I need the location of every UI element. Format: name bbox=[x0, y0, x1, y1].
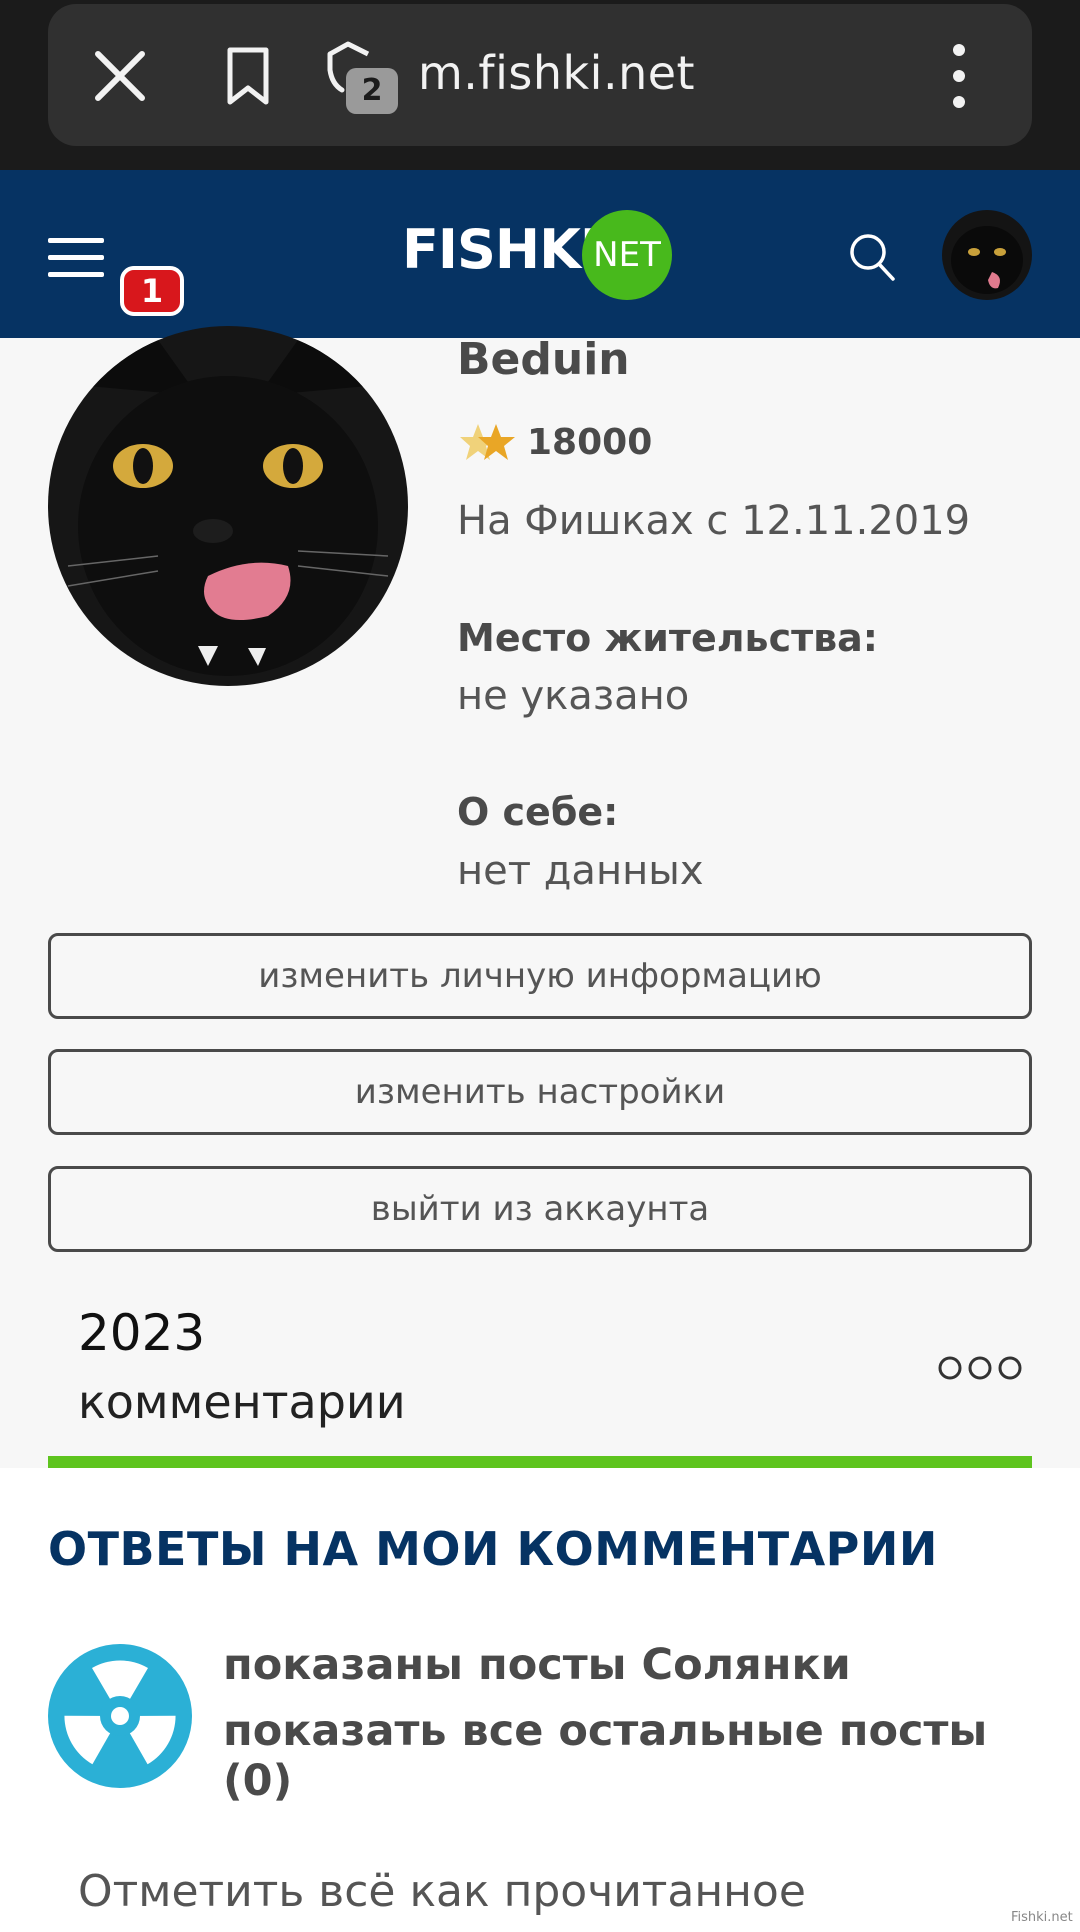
browser-toolbar: 2 m.fishki.net bbox=[0, 0, 1080, 170]
member-since: На Фишках с 12.11.2019 bbox=[457, 498, 971, 544]
edit-info-button[interactable]: изменить личную информацию bbox=[48, 933, 1032, 1019]
kebab-menu-icon[interactable] bbox=[944, 42, 974, 110]
more-options-icon[interactable] bbox=[936, 1354, 1024, 1382]
user-avatar bbox=[48, 326, 408, 686]
replies-title: ОТВЕТЫ НА МОИ КОММЕНТАРИИ bbox=[48, 1522, 938, 1576]
search-icon[interactable] bbox=[848, 232, 896, 282]
close-icon[interactable] bbox=[92, 48, 148, 104]
rating-value: 18000 bbox=[527, 422, 653, 463]
site-logo-badge[interactable]: NET bbox=[582, 210, 672, 300]
site-logo-text[interactable]: FISHKI bbox=[402, 218, 600, 281]
radiation-icon bbox=[48, 1644, 192, 1788]
show-all-posts-link[interactable]: показать все остальные посты (0) bbox=[223, 1706, 1043, 1806]
comments-count: 2023 bbox=[78, 1304, 206, 1362]
username: Beduin bbox=[457, 334, 630, 385]
tab-count-badge: 2 bbox=[346, 68, 398, 114]
bookmark-icon[interactable] bbox=[222, 46, 274, 106]
hamburger-menu-icon[interactable] bbox=[48, 236, 104, 280]
location-label: Место жительства: bbox=[457, 616, 879, 660]
about-value: нет данных bbox=[457, 848, 704, 894]
shown-posts-text: показаны посты Солянки bbox=[223, 1640, 851, 1690]
logout-button[interactable]: выйти из аккаунта bbox=[48, 1166, 1032, 1252]
notification-badge[interactable]: 1 bbox=[120, 266, 184, 316]
about-label: О себе: bbox=[457, 790, 619, 834]
watermark: Fishki.net bbox=[1011, 1910, 1073, 1925]
tabs-button[interactable]: 2 bbox=[326, 40, 402, 114]
active-tab-indicator bbox=[48, 1456, 1032, 1468]
star-rating-icon bbox=[460, 424, 515, 460]
url-text[interactable]: m.fishki.net bbox=[418, 46, 695, 100]
location-value: не указано bbox=[457, 673, 690, 719]
user-avatar-small[interactable] bbox=[942, 210, 1032, 300]
edit-settings-button[interactable]: изменить настройки bbox=[48, 1049, 1032, 1135]
comments-tab-label[interactable]: комментарии bbox=[78, 1375, 406, 1429]
mark-all-read-link[interactable]: Отметить всё как прочитанное bbox=[78, 1866, 806, 1917]
site-header: 1 FISHKI NET bbox=[0, 170, 1080, 338]
